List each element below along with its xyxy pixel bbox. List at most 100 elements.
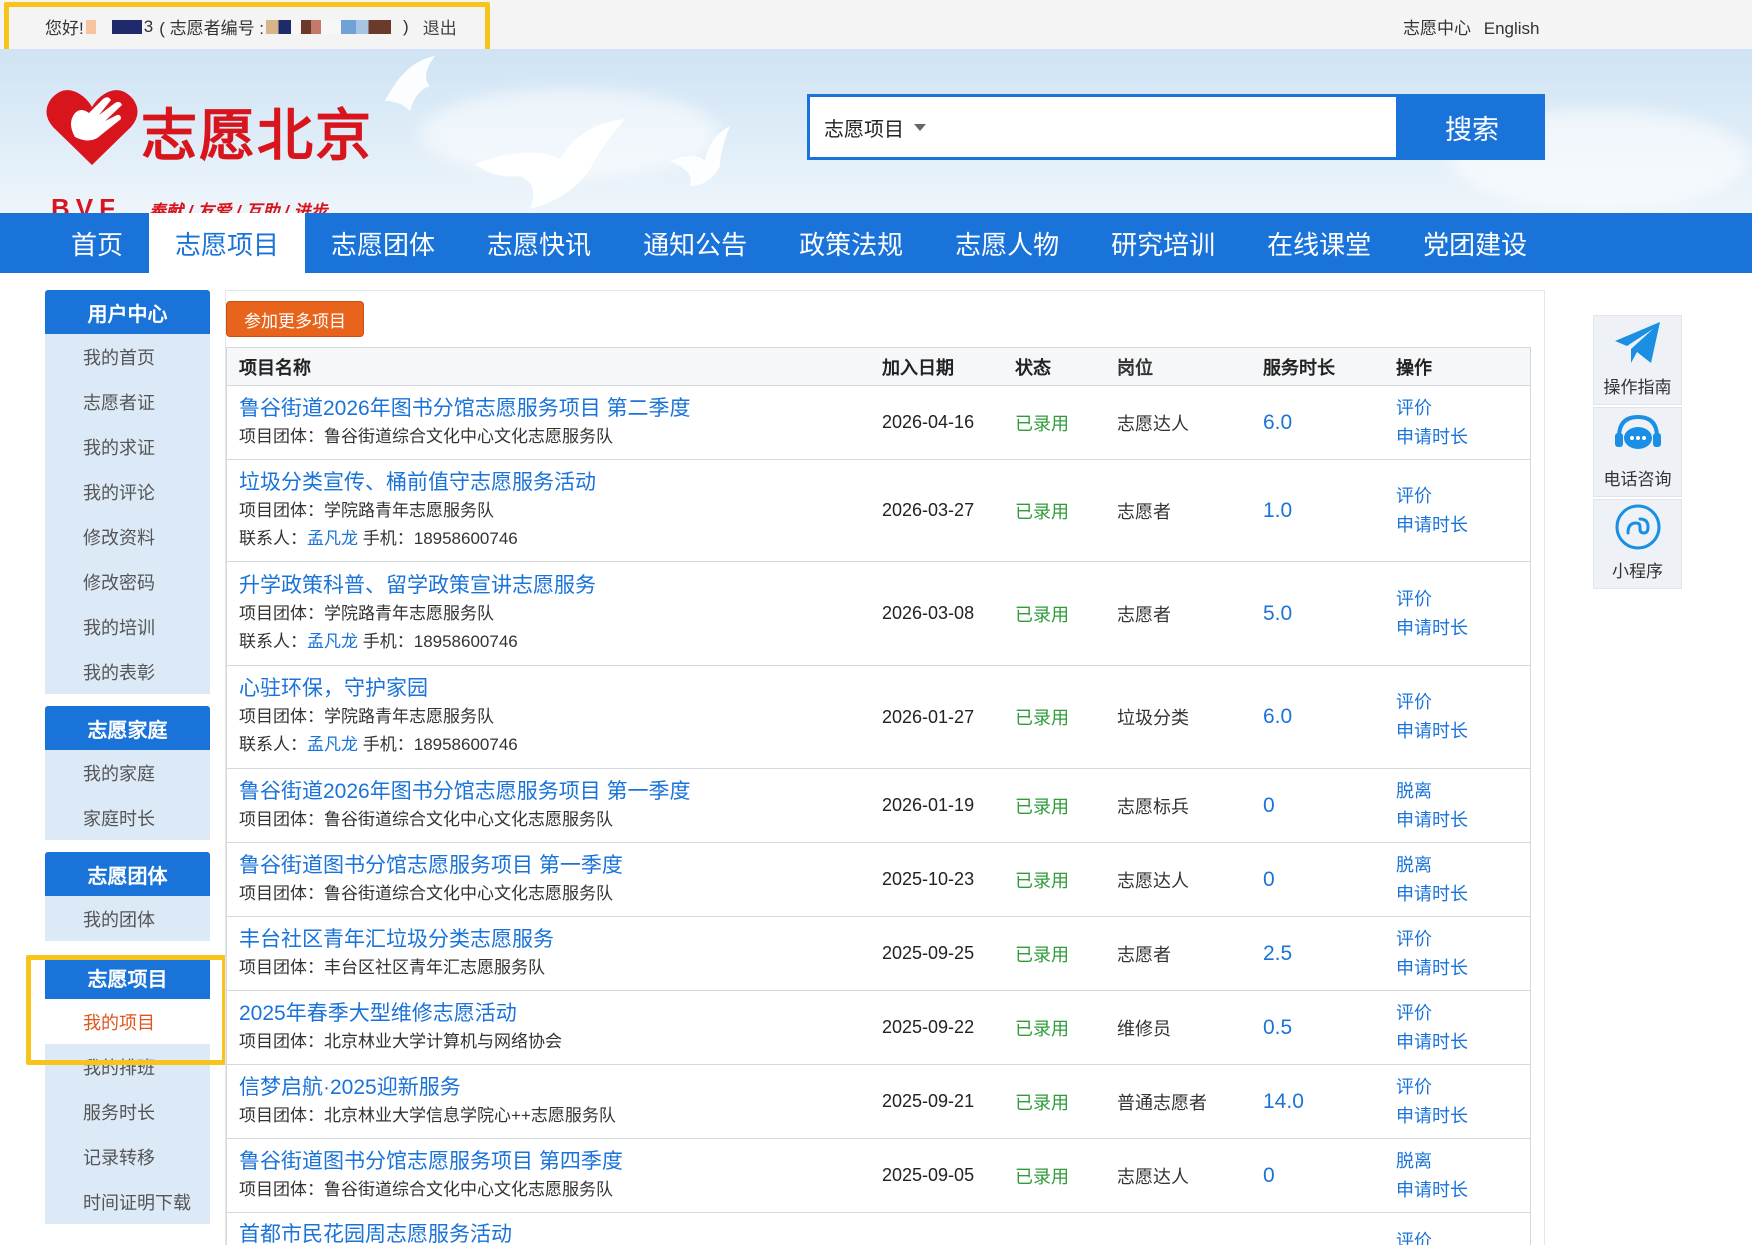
- apply-hours-link[interactable]: 申请时长: [1396, 423, 1516, 452]
- quit-link[interactable]: 脱离: [1396, 851, 1516, 880]
- mini-program-button[interactable]: 小程序: [1593, 499, 1682, 589]
- apply-hours-link[interactable]: 申请时长: [1396, 717, 1516, 746]
- project-team: 项目团体：北京林业大学计算机与网络协会: [239, 1028, 882, 1056]
- nav-item-people[interactable]: 志愿人物: [929, 213, 1085, 273]
- project-title-link[interactable]: 心驻环保，守护家园: [239, 675, 882, 703]
- apply-hours-link[interactable]: 申请时长: [1396, 954, 1516, 983]
- table-row: 升学政策科普、留学政策宣讲志愿服务 项目团体：学院路青年志愿服务队 联系人：孟凡…: [227, 562, 1530, 666]
- project-title-link[interactable]: 鲁谷街道2026年图书分馆志愿服务项目 第二季度: [239, 395, 882, 423]
- search-scope-select[interactable]: 志愿项目: [824, 113, 904, 142]
- nav-item-home[interactable]: 首页: [45, 213, 149, 273]
- project-title-link[interactable]: 鲁谷街道图书分馆志愿服务项目 第四季度: [239, 1148, 882, 1176]
- guide-button[interactable]: 操作指南: [1593, 315, 1682, 405]
- join-more-projects-button[interactable]: 参加更多项目: [226, 301, 364, 337]
- table-row: 鲁谷街道2026年图书分馆志愿服务项目 第一季度 项目团体：鲁谷街道综合文化中心…: [227, 769, 1530, 843]
- project-title-link[interactable]: 丰台社区青年汇垃圾分类志愿服务: [239, 926, 882, 954]
- apply-hours-link[interactable]: 申请时长: [1396, 1028, 1516, 1057]
- sidebar-item[interactable]: 我的求证: [45, 424, 210, 469]
- header-banner: 志愿北京 BVF 奉献 / 友爱 / 互助 / 进步 志愿项目 搜索: [0, 49, 1752, 213]
- nav-item-news[interactable]: 志愿快讯: [461, 213, 617, 273]
- chevron-down-icon[interactable]: [914, 123, 926, 131]
- quit-link[interactable]: 脱离: [1396, 1147, 1516, 1176]
- sidebar-group-title: 志愿团体: [45, 852, 210, 896]
- nav-item-research[interactable]: 研究培训: [1085, 213, 1241, 273]
- op-link[interactable]: 评价: [1396, 394, 1516, 423]
- apply-hours-link[interactable]: 申请时长: [1396, 1176, 1516, 1205]
- sidebar-item[interactable]: 我的团体: [45, 896, 210, 941]
- sidebar-item[interactable]: 我的排班: [45, 1044, 210, 1089]
- nav-item-projects[interactable]: 志愿项目: [149, 213, 306, 273]
- sidebar-item[interactable]: 我的评论: [45, 469, 210, 514]
- nav-item-policy[interactable]: 政策法规: [773, 213, 929, 273]
- sidebar-item[interactable]: 修改密码: [45, 559, 210, 604]
- team-value: 丰台区社区青年汇志愿服务队: [324, 957, 545, 977]
- phone-consult-button[interactable]: 电话咨询: [1593, 407, 1682, 497]
- quit-link[interactable]: 脱离: [1396, 777, 1516, 806]
- sidebar-item[interactable]: 我的培训: [45, 604, 210, 649]
- nav-item-classroom[interactable]: 在线课堂: [1241, 213, 1397, 273]
- project-cell: 心驻环保，守护家园 项目团体：学院路青年志愿服务队 联系人：孟凡龙 手机：189…: [227, 675, 882, 759]
- apply-hours-link[interactable]: 申请时长: [1396, 806, 1516, 835]
- apply-hours-link[interactable]: 申请时长: [1396, 511, 1516, 540]
- top-right-links: 志愿中心 English: [1403, 14, 1548, 39]
- table-row: 垃圾分类宣传、桶前值守志愿服务活动 项目团体：学院路青年志愿服务队 联系人：孟凡…: [227, 460, 1530, 562]
- mini-program-label: 小程序: [1612, 562, 1663, 581]
- volunteer-center-link[interactable]: 志愿中心: [1403, 19, 1471, 38]
- op-link[interactable]: 评价: [1396, 999, 1516, 1028]
- sidebar-item[interactable]: 我的家庭: [45, 750, 210, 795]
- op-link[interactable]: 评价: [1396, 1227, 1516, 1245]
- project-title-link[interactable]: 信梦启航·2025迎新服务: [239, 1074, 882, 1102]
- chat-headset-icon: [1614, 414, 1661, 449]
- apply-hours-link[interactable]: 申请时长: [1396, 1102, 1516, 1131]
- team-label: 项目团体：: [239, 809, 324, 829]
- apply-hours-link[interactable]: 申请时长: [1396, 614, 1516, 643]
- project-title-link[interactable]: 升学政策科普、留学政策宣讲志愿服务: [239, 572, 882, 600]
- table-row: 鲁谷街道图书分馆志愿服务项目 第一季度 项目团体：鲁谷街道综合文化中心文化志愿服…: [227, 843, 1530, 917]
- nav-item-party[interactable]: 党团建设: [1397, 213, 1553, 273]
- project-title-link[interactable]: 首都市民花园周志愿服务活动: [239, 1221, 882, 1245]
- op-link[interactable]: 评价: [1396, 585, 1516, 614]
- sidebar-item[interactable]: 我的表彰: [45, 649, 210, 694]
- nav-item-teams[interactable]: 志愿团体: [305, 213, 461, 273]
- project-title-link[interactable]: 鲁谷街道2026年图书分馆志愿服务项目 第一季度: [239, 778, 882, 806]
- logout-link[interactable]: 退出: [423, 14, 457, 39]
- ops-cell: 评价 申请时长: [1396, 688, 1516, 746]
- english-link[interactable]: English: [1484, 19, 1540, 38]
- hours-value: 0: [1263, 867, 1275, 891]
- project-team: 项目团体：学院路青年志愿服务队: [239, 703, 882, 731]
- op-link[interactable]: 评价: [1396, 688, 1516, 717]
- project-title-link[interactable]: 鲁谷街道图书分馆志愿服务项目 第一季度: [239, 852, 882, 880]
- sidebar-item[interactable]: 我的首页: [45, 334, 210, 379]
- sidebar-item[interactable]: 修改资料: [45, 514, 210, 559]
- search-button[interactable]: 搜索: [1399, 94, 1545, 160]
- op-link[interactable]: 评价: [1396, 925, 1516, 954]
- search-input[interactable]: 志愿项目: [807, 94, 1399, 160]
- contact-name-link[interactable]: 孟凡龙: [307, 735, 358, 754]
- sidebar-item[interactable]: 记录转移: [45, 1134, 210, 1179]
- join-date: 2026-04-16: [882, 412, 975, 432]
- logo-slogan: 奉献 / 友爱 / 互助 / 进步: [149, 202, 328, 213]
- bvf-logo[interactable]: 志愿北京 BVF 奉献 / 友爱 / 互助 / 进步: [45, 87, 385, 213]
- project-title-link[interactable]: 垃圾分类宣传、桶前值守志愿服务活动: [239, 469, 882, 497]
- sidebar-item[interactable]: 家庭时长: [45, 795, 210, 840]
- sidebar-item[interactable]: 时间证明下载: [45, 1179, 210, 1224]
- op-link[interactable]: 评价: [1396, 482, 1516, 511]
- join-date: 2025-09-21: [882, 1091, 975, 1111]
- contact-name-link[interactable]: 孟凡龙: [307, 632, 358, 651]
- nav-item-notices[interactable]: 通知公告: [617, 213, 773, 273]
- project-title-link[interactable]: 2025年春季大型维修志愿活动: [239, 1000, 882, 1028]
- sidebar-item[interactable]: 志愿者证: [45, 379, 210, 424]
- team-label: 项目团体：: [239, 603, 324, 623]
- op-link[interactable]: 评价: [1396, 1073, 1516, 1102]
- team-label: 项目团体：: [239, 500, 324, 520]
- apply-hours-link[interactable]: 申请时长: [1396, 880, 1516, 909]
- ops-cell: 脱离 申请时长: [1396, 1147, 1516, 1205]
- project-team: 项目团体：鲁谷街道综合文化中心文化志愿服务队: [239, 880, 882, 908]
- sidebar-group-title: 用户中心: [45, 290, 210, 334]
- contact-name-link[interactable]: 孟凡龙: [307, 529, 358, 548]
- join-date: 2025-09-05: [882, 1165, 975, 1185]
- contact-label: 联系人：: [239, 631, 307, 651]
- sidebar-item-my-projects[interactable]: 我的项目: [45, 999, 210, 1044]
- ops-cell: 脱离 申请时长: [1396, 851, 1516, 909]
- sidebar-item[interactable]: 服务时长: [45, 1089, 210, 1134]
